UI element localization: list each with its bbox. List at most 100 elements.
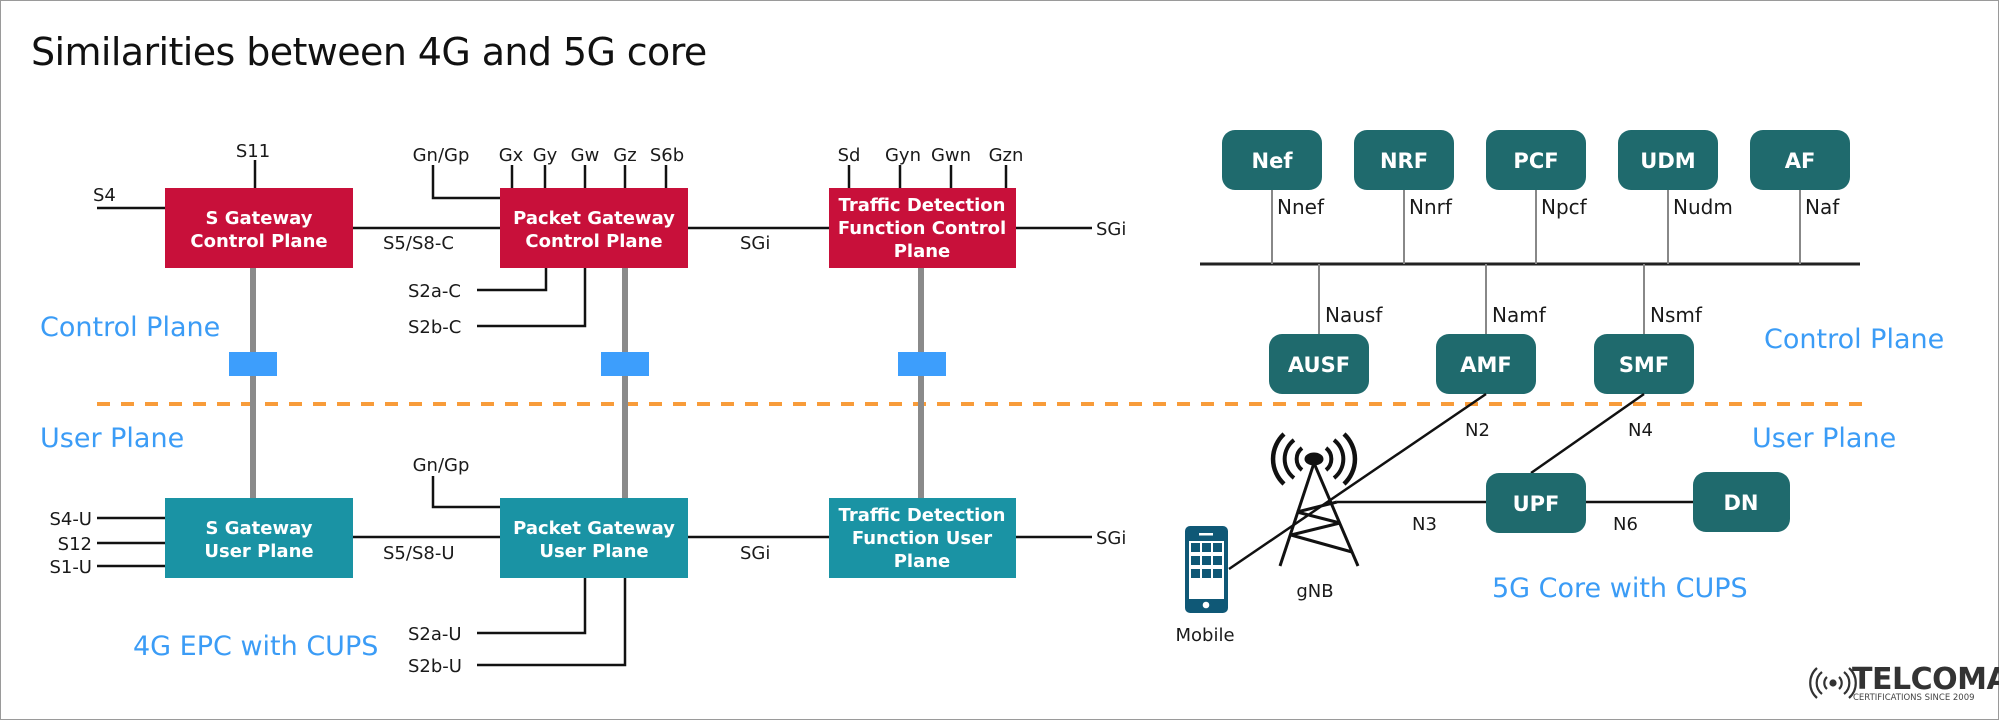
sgw-up-label-2: User Plane bbox=[204, 541, 313, 562]
sbi-interface-label: Nausf bbox=[1325, 303, 1383, 327]
sbi-interface-label: Npcf bbox=[1541, 195, 1588, 219]
left-user-plane-label: User Plane bbox=[40, 423, 184, 454]
pgw-sx-connector bbox=[601, 352, 649, 376]
iface-s4: S4 bbox=[93, 185, 116, 206]
iface-gy: Gy bbox=[533, 145, 558, 166]
architecture-diagram: S Gateway Control Plane Packet Gateway C… bbox=[40, 130, 1999, 703]
gnb-tower-icon bbox=[1270, 432, 1360, 567]
sbi-interface-label: Nnef bbox=[1277, 195, 1325, 219]
iface-s12: S12 bbox=[58, 534, 92, 555]
right-user-plane-label: User Plane bbox=[1752, 423, 1896, 454]
iface-s6b: S6b bbox=[650, 145, 684, 166]
iface-gngp-u: Gn/Gp bbox=[413, 455, 470, 476]
nf-name: AMF bbox=[1460, 353, 1512, 377]
telcoma-logo: TELCOMA CERTIFICATIONS SINCE 2009 bbox=[1809, 662, 1999, 703]
4g-caption: 4G EPC with CUPS bbox=[133, 631, 378, 662]
cp-up-links bbox=[229, 268, 946, 498]
bottom-network-functions: AUSF Nausf AMF Namf SMF Nsmf bbox=[1269, 264, 1703, 394]
gnb-label: gNB bbox=[1296, 581, 1333, 602]
iface-gzn: Gzn bbox=[989, 145, 1024, 166]
s2bc-line bbox=[477, 268, 587, 328]
sbi-interface-label: Namf bbox=[1492, 303, 1547, 327]
signal-waves-icon bbox=[1809, 667, 1857, 699]
tdf-cp-label-2: Function Control bbox=[838, 218, 1006, 239]
upf-label: UPF bbox=[1513, 492, 1560, 516]
nf-name: AF bbox=[1785, 149, 1816, 173]
iface-s2ac: S2a-C bbox=[408, 281, 461, 302]
iface-gw: Gw bbox=[571, 145, 600, 166]
iface-s2au: S2a-U bbox=[408, 624, 462, 645]
5g-links bbox=[1228, 392, 1693, 571]
n4-label: N4 bbox=[1628, 420, 1653, 441]
iface-s11: S11 bbox=[236, 141, 270, 162]
tdf-sx-connector bbox=[898, 352, 946, 376]
iface-sgi-u1: SGi bbox=[740, 543, 770, 564]
sgw-cp-label-2: Control Plane bbox=[190, 231, 327, 252]
nf-pcf: PCF Npcf bbox=[1486, 130, 1588, 264]
iface-gyn: Gyn bbox=[885, 145, 921, 166]
tdf-cp-label-1: Traffic Detection bbox=[839, 195, 1006, 216]
nf-udm: UDM Nudm bbox=[1618, 130, 1733, 264]
iface-gx: Gx bbox=[499, 145, 524, 166]
tdf-up-label-2: Function User bbox=[852, 528, 992, 549]
iface-gngp-c: Gn/Gp bbox=[413, 145, 470, 166]
right-control-plane-label: Control Plane bbox=[1764, 324, 1944, 355]
n6-label: N6 bbox=[1613, 514, 1638, 535]
sgw-cp-label-1: S Gateway bbox=[206, 208, 313, 229]
nf-nef: Nef Nnef bbox=[1222, 130, 1325, 264]
nf-name: NRF bbox=[1380, 149, 1428, 173]
n2-link bbox=[1228, 392, 1487, 571]
nf-name: SMF bbox=[1619, 353, 1669, 377]
sgw-control-plane: S Gateway Control Plane bbox=[165, 188, 353, 268]
iface-s1u: S1-U bbox=[49, 557, 92, 578]
iface-gwn: Gwn bbox=[931, 145, 971, 166]
iface-s2bu: S2b-U bbox=[408, 656, 462, 677]
nf-name: Nef bbox=[1252, 149, 1294, 173]
pgw-cp-label-2: Control Plane bbox=[525, 231, 662, 252]
nf-ausf: AUSF Nausf bbox=[1269, 264, 1383, 394]
pgw-cp-label-1: Packet Gateway bbox=[513, 208, 675, 229]
top-network-functions: Nef Nnef NRF Nnrf PCF Npcf UDM Nudm AF Naf bbox=[1222, 130, 1850, 264]
tdf-cp-label-3: Plane bbox=[894, 241, 951, 262]
dn-node: DN bbox=[1693, 472, 1790, 532]
gngp-c-line bbox=[431, 165, 500, 200]
nf-af: AF Naf bbox=[1750, 130, 1850, 264]
iface-s4u: S4-U bbox=[49, 509, 92, 530]
s2au-line bbox=[477, 578, 587, 635]
nf-name: AUSF bbox=[1288, 353, 1350, 377]
mobile-label: Mobile bbox=[1175, 625, 1234, 646]
left-control-plane-label: Control Plane bbox=[40, 312, 220, 343]
nf-name: UDM bbox=[1640, 149, 1695, 173]
tdf-user-plane: Traffic Detection Function User Plane bbox=[829, 498, 1016, 578]
nf-name: PCF bbox=[1513, 149, 1558, 173]
iface-sgi-c1: SGi bbox=[740, 233, 770, 254]
iface-s2bc: S2b-C bbox=[408, 317, 461, 338]
upf-node: UPF bbox=[1486, 473, 1586, 533]
dn-label: DN bbox=[1723, 491, 1758, 515]
pgw-up-label-2: User Plane bbox=[539, 541, 648, 562]
sgw-sx-connector bbox=[229, 352, 277, 376]
gngp-u-line bbox=[431, 476, 500, 509]
mobile-phone-icon bbox=[1185, 526, 1228, 613]
iface-s5s8u: S5/S8-U bbox=[383, 543, 455, 564]
sbi-interface-label: Nnrf bbox=[1409, 195, 1453, 219]
pgw-up-label-1: Packet Gateway bbox=[513, 518, 675, 539]
nf-smf: SMF Nsmf bbox=[1594, 264, 1703, 394]
sgw-up-label-1: S Gateway bbox=[206, 518, 313, 539]
5g-caption: 5G Core with CUPS bbox=[1492, 573, 1748, 604]
iface-sgi-u2: SGi bbox=[1096, 528, 1126, 549]
pgw-control-plane: Packet Gateway Control Plane bbox=[500, 188, 688, 268]
tdf-control-plane: Traffic Detection Function Control Plane bbox=[829, 188, 1016, 268]
logo-tagline: CERTIFICATIONS SINCE 2009 bbox=[1853, 693, 1975, 703]
n2-label: N2 bbox=[1465, 420, 1490, 441]
sbi-interface-label: Naf bbox=[1805, 195, 1840, 219]
nf-nrf: NRF Nnrf bbox=[1354, 130, 1454, 264]
sgw-user-plane: S Gateway User Plane bbox=[165, 498, 353, 578]
logo-brand: TELCOMA bbox=[1852, 662, 1999, 697]
nf-amf: AMF Namf bbox=[1436, 264, 1547, 394]
pgw-user-plane: Packet Gateway User Plane bbox=[500, 498, 688, 578]
iface-sd: Sd bbox=[838, 145, 861, 166]
s2ac-line bbox=[477, 268, 548, 292]
tdf-up-label-3: Plane bbox=[894, 551, 951, 572]
sbi-interface-label: Nudm bbox=[1673, 195, 1733, 219]
